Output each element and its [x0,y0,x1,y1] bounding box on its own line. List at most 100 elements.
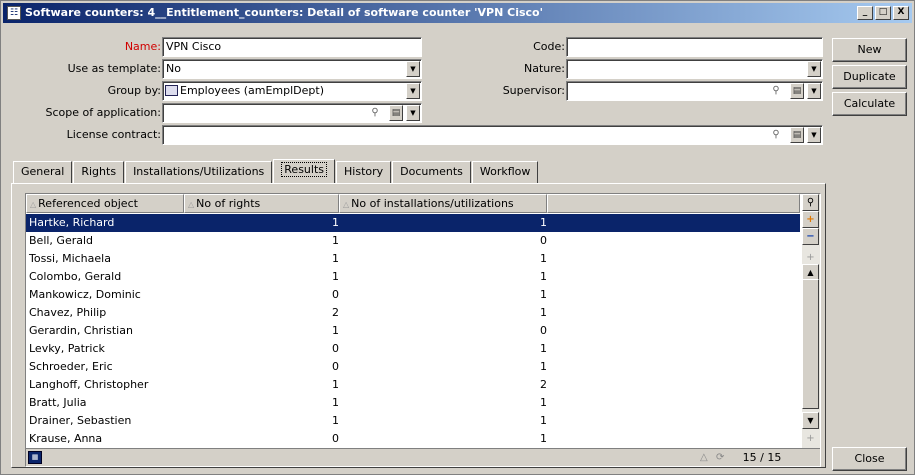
remove-icon[interactable]: − [802,228,819,245]
scope-field[interactable]: ⚲ ▤ ▼ [162,103,422,123]
table-row[interactable]: Drainer, Sebastien 1 1 [26,412,800,430]
table-row[interactable]: Langhoff, Christopher 1 2 [26,376,800,394]
column-header-no-of-rights[interactable]: △ No of rights [184,194,339,213]
cell-referenced-object: Bell, Gerald [29,234,94,247]
license-contract-field[interactable]: ⚲ ▤ ▼ [162,125,823,145]
tab-history[interactable]: History [336,161,392,183]
cell-no-of-installations: 1 [540,252,547,265]
dropdown-arrow-icon[interactable]: ▼ [807,83,821,99]
table-row[interactable]: Hartke, Richard 1 1 [26,214,800,232]
record-count: 15 / 15 [742,451,782,464]
column-header-referenced-object[interactable]: △ Referenced object [26,194,184,213]
tab-label: General [21,165,65,178]
details-icon[interactable]: ▤ [389,105,403,121]
cell-no-of-rights: 0 [332,432,339,445]
table-row[interactable]: Bell, Gerald 1 0 [26,232,800,250]
table-row[interactable]: Krause, Anna 0 1 [26,430,800,448]
dropdown-arrow-icon[interactable]: ▼ [406,61,420,77]
dropdown-arrow-icon[interactable]: ▼ [807,127,821,143]
results-grid[interactable]: △ Referenced object △ No of rights △ No of … [25,193,821,467]
tab-results[interactable]: Results [273,159,336,183]
cell-no-of-installations: 1 [540,342,547,355]
cell-referenced-object: Krause, Anna [29,432,103,445]
close-window-button[interactable]: X [893,6,909,20]
cell-no-of-rights: 0 [332,360,339,373]
tab-label: Documents [400,165,463,178]
add-icon[interactable]: + [802,211,819,228]
table-row[interactable]: Colombo, Gerald 1 1 [26,268,800,286]
new-button[interactable]: New [832,38,907,62]
column-header-no-of-installations[interactable]: △ No of installations/utilizations [339,194,547,213]
table-row[interactable]: Mankowicz, Dominic 0 1 [26,286,800,304]
tab-workflow[interactable]: Workflow [471,161,539,183]
minimize-button[interactable]: _ [857,6,873,20]
table-row[interactable]: Tossi, Michaela 1 1 [26,250,800,268]
cell-no-of-installations: 2 [540,378,547,391]
search-icon[interactable]: ⚲ [368,106,382,120]
cell-referenced-object: Schroeder, Eric [29,360,113,373]
tab-general[interactable]: General [13,161,73,183]
cell-no-of-rights: 1 [332,216,339,229]
search-icon[interactable]: ⚲ [769,128,783,142]
group-by-value: Employees (amEmplDept) [180,84,324,97]
refresh-icon[interactable]: ⟳ [716,450,724,465]
name-field[interactable]: VPN Cisco [162,37,422,57]
supervisor-field[interactable]: ⚲ ▤ ▼ [566,81,823,101]
tab-strip: General Rights Installations/Utilization… [13,159,539,183]
title-bar[interactable]: ☷ Software counters: 4__Entitlement_coun… [3,3,912,23]
maximize-button[interactable]: □ [875,6,891,20]
group-by-select[interactable]: Employees (amEmplDept) ▼ [162,81,422,101]
supervisor-label: Supervisor: [502,84,565,97]
dropdown-arrow-icon[interactable]: ▼ [406,105,420,121]
table-view-icon[interactable]: ▦ [28,451,42,464]
cell-no-of-rights: 1 [332,252,339,265]
dropdown-arrow-icon[interactable]: ▼ [406,83,420,99]
window-app-icon[interactable]: ☷ [7,6,21,20]
use-as-template-value: No [166,62,181,75]
sort-icon: △ [343,200,350,209]
dropdown-arrow-icon[interactable]: ▼ [807,61,821,77]
scope-label: Scope of application: [45,106,162,119]
close-button[interactable]: Close [832,447,907,471]
table-row[interactable]: Bratt, Julia 1 1 [26,394,800,412]
tab-label: History [344,165,384,178]
duplicate-button[interactable]: Duplicate [832,65,907,89]
table-row[interactable]: Gerardin, Christian 1 0 [26,322,800,340]
grid-rows: Hartke, Richard 1 1 Bell, Gerald 1 0 Tossi, Mi… [26,214,800,448]
search-icon[interactable]: ⚲ [769,84,783,98]
window-title: Software counters: 4__Entitlement_counte… [25,6,543,19]
cell-referenced-object: Hartke, Richard [29,216,115,229]
use-as-template-select[interactable]: No ▼ [162,59,422,79]
cell-referenced-object: Gerardin, Christian [29,324,133,337]
nature-select[interactable]: ▼ [566,59,823,79]
sort-icon: △ [188,200,195,209]
cell-referenced-object: Tossi, Michaela [29,252,111,265]
tab-label: Rights [81,165,117,178]
tab-rights[interactable]: Rights [73,161,125,183]
cell-referenced-object: Drainer, Sebastien [29,414,132,427]
cell-no-of-rights: 1 [332,234,339,247]
details-icon[interactable]: ▤ [790,127,804,143]
calculate-button[interactable]: Calculate [832,92,907,116]
cell-no-of-installations: 0 [540,324,547,337]
table-row[interactable]: Schroeder, Eric 0 1 [26,358,800,376]
details-icon[interactable]: ▤ [790,83,804,99]
cell-referenced-object: Bratt, Julia [29,396,87,409]
detail-window: ☷ Software counters: 4__Entitlement_coun… [0,0,915,475]
scrollbar-thumb[interactable] [802,279,819,409]
code-field[interactable] [566,37,823,57]
cell-no-of-installations: 1 [540,306,547,319]
search-icon[interactable]: ⚲ [802,194,819,211]
tab-installations-utilizations[interactable]: Installations/Utilizations [125,161,273,183]
cell-no-of-rights: 1 [332,378,339,391]
cell-no-of-installations: 1 [540,396,547,409]
tab-documents[interactable]: Documents [392,161,471,183]
cell-referenced-object: Chavez, Philip [29,306,107,319]
cell-no-of-installations: 1 [540,270,547,283]
column-header-label: No of installations/utilizations [351,197,514,210]
scroll-down-button[interactable]: ▼ [802,412,819,429]
table-row[interactable]: Levky, Patrick 0 1 [26,340,800,358]
table-row[interactable]: Chavez, Philip 2 1 [26,304,800,322]
group-by-label: Group by: [107,84,161,97]
grid-header: △ Referenced object △ No of rights △ No of … [26,194,800,213]
